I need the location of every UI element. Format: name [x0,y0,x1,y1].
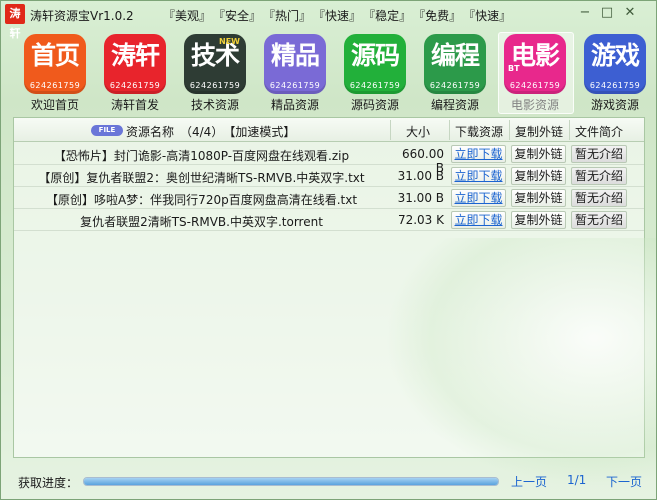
category-tile[interactable]: 涛轩 624261759 涛轩首发 [95,34,175,114]
slogan-item: 『稳定』 [363,9,412,23]
table-row[interactable]: 复仇者联盟2清晰TS-RMVB.中英双字.torrent 72.03 K 立即下载复… [14,209,644,231]
tile-glyph: 游戏 [590,41,640,70]
tile-badge: NEW [219,37,240,46]
category-tile[interactable]: 源码 624261759 源码资源 [335,34,415,114]
download-button[interactable]: 立即下载 [451,145,506,163]
copy-link-button[interactable]: 复制外链 [511,211,566,229]
progress-label: 获取进度： [18,476,79,490]
category-tile-icon: 技术 624261759 NEW [184,34,246,94]
column-divider [390,120,391,140]
download-button[interactable]: 立即下载 [451,211,506,229]
tile-label: 游戏资源 [590,98,639,112]
file-badge-icon: FILE [91,125,123,136]
file-name: 【原创】复仇者联盟2：奥创世纪清晰TS-RMVB.中英双字.txt [38,171,365,185]
intro-button[interactable]: 暂无介绍 [571,167,627,185]
download-button[interactable]: 立即下载 [451,189,506,207]
table-row[interactable]: 【恐怖片】封门诡影-高清1080P-百度网盘在线观看.zip 660.00 B 立即… [14,143,644,175]
tile-number: 624261759 [429,81,481,90]
file-size: 31.00 B [397,191,444,205]
title-bar: 涛轩 涛轩资源宝Vr1.0.2 『美观』 『安全』 『热门』 『快速』 『稳定』… [1,1,656,40]
tile-number: 624261759 [509,81,561,90]
progress-fill [84,478,498,485]
column-header-download: 下载资源 [455,125,504,139]
tile-number: 624261759 [269,81,321,90]
tile-glyph: 编程 [430,41,480,70]
category-tile-icon: 精品 624261759 [264,34,326,94]
category-tile[interactable]: 首页 624261759 欢迎首页 [15,34,95,114]
resource-table: FILE 资源名称 （4/4） 【加速模式】 大小 下载资源 复制外链 文件简介… [13,117,656,488]
column-divider [569,120,570,140]
column-header-intro: 文件简介 [575,125,624,139]
category-tile[interactable]: 编程 624261759 编程资源 [415,34,495,114]
column-header-copy-link: 复制外链 [515,125,564,139]
file-size: 72.03 K [397,213,444,227]
copy-link-button[interactable]: 复制外链 [511,189,566,207]
intro-button[interactable]: 暂无介绍 [571,211,627,229]
slogan-item: 『热门』 [263,9,312,23]
category-tile[interactable]: 电影 624261759 BT 电影资源 [495,32,575,114]
minimize-button[interactable]: − [577,5,593,20]
slogan-item: 『快速』 [463,9,512,23]
tile-number: 624261759 [189,81,241,90]
slogan-item: 『免费』 [413,9,462,23]
category-tile-icon: 首页 624261759 [24,34,86,94]
category-tile-icon: 涛轩 624261759 [104,34,166,94]
table-row[interactable]: 【原创】哆啦A梦：伴我同行720p百度网盘高清在线看.txt 31.00 B 立即下… [14,187,644,209]
column-divider [449,120,450,140]
tile-label: 源码资源 [350,98,399,112]
next-page-link[interactable]: 下一页 [606,473,642,490]
category-tile-icon: 电影 624261759 BT [504,34,566,94]
category-tile[interactable]: 技术 624261759 NEW 技术资源 [175,34,255,114]
prev-page-link[interactable]: 上一页 [511,473,547,490]
tile-label: 涛轩首发 [110,98,159,112]
slogan-bar: 『美观』 『安全』 『热门』 『快速』 『稳定』 『免费』 『快速』 [163,7,511,24]
app-window: 涛轩 涛轩资源宝Vr1.0.2 『美观』 『安全』 『热门』 『快速』 『稳定』… [0,0,657,500]
tile-glyph: 涛轩 [110,41,160,70]
app-logo-icon: 涛轩 [5,4,25,40]
copy-link-button[interactable]: 复制外链 [511,145,566,163]
slogan-item: 『美观』 [163,9,212,23]
download-button[interactable]: 立即下载 [451,167,506,185]
tile-glyph: 源码 [350,41,400,70]
column-divider [509,120,510,140]
column-header-size: 大小 [406,125,431,139]
slogan-item: 『快速』 [313,9,362,23]
close-button[interactable]: ✕ [622,5,638,20]
tile-glyph: 首页 [30,41,80,70]
tile-label: 欢迎首页 [30,98,79,112]
tile-label: 编程资源 [430,98,479,112]
category-tile-icon: 源码 624261759 [344,34,406,94]
category-tile[interactable]: 游戏 624261759 游戏资源 [575,34,655,114]
maximize-button[interactable]: □ [599,5,615,20]
tile-label: 精品资源 [270,98,319,112]
background-leaf-decoration [384,238,656,488]
page-indicator: 1/1 [567,473,587,487]
copy-link-button[interactable]: 复制外链 [511,167,566,185]
intro-button[interactable]: 暂无介绍 [571,145,627,163]
table-header: FILE 资源名称 （4/4） 【加速模式】 大小 下载资源 复制外链 文件简介 [14,118,644,142]
category-toolbar: 首页 624261759 欢迎首页 涛轩 624261759 涛轩首发 技术 62426175… [15,32,655,114]
slogan-item: 『安全』 [213,9,262,23]
category-tile-icon: 编程 624261759 [424,34,486,94]
file-name: 【原创】哆啦A梦：伴我同行720p百度网盘高清在线看.txt [45,193,358,207]
tile-number: 624261759 [109,81,161,90]
file-name: 【恐怖片】封门诡影-高清1080P-百度网盘在线观看.zip [53,149,350,163]
tile-number: 624261759 [589,81,641,90]
tile-number: 624261759 [349,81,401,90]
tile-badge: BT [508,64,520,73]
file-name: 复仇者联盟2清晰TS-RMVB.中英双字.torrent [80,215,323,229]
table-row[interactable]: 【原创】复仇者联盟2：奥创世纪清晰TS-RMVB.中英双字.txt 31.00 B… [14,165,644,187]
file-size: 31.00 B [397,169,444,183]
progress-bar [83,477,499,486]
column-header-name: 资源名称 （4/4） 【加速模式】 [126,125,296,139]
intro-button[interactable]: 暂无介绍 [571,189,627,207]
tile-number: 624261759 [29,81,81,90]
category-tile-icon: 游戏 624261759 [584,34,646,94]
tile-label: 技术资源 [190,98,239,112]
tile-glyph: 精品 [270,41,320,70]
category-tile[interactable]: 精品 624261759 精品资源 [255,34,335,114]
window-title: 涛轩资源宝Vr1.0.2 [30,9,134,23]
